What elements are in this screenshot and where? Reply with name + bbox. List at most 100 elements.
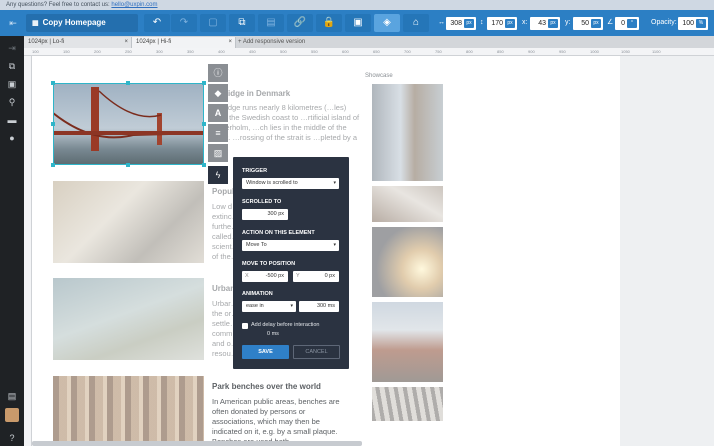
height-icon: ↕: [480, 19, 484, 26]
ruler-tick-label: 850: [497, 49, 504, 54]
showcase-photo-bridge-cables[interactable]: [372, 186, 443, 222]
trigger-select[interactable]: Window is scrolled to ▾: [242, 178, 339, 189]
element-properties-strip: ⓘ ◆ A ≡ ▨ ϟ: [208, 64, 228, 184]
cancel-button[interactable]: CANCEL: [293, 345, 340, 359]
showcase-heading: Showcase: [365, 73, 393, 79]
resize-handle[interactable]: [126, 163, 130, 167]
avatar[interactable]: [5, 408, 19, 422]
vertical-ruler: [24, 56, 32, 446]
resize-handle[interactable]: [51, 122, 55, 126]
top-toolbar: ⇤ ▦ Copy Homepage ↶ ↷ ▢ ⧉ ▤ 🔗 🔒 ▣ ◈ ⌂ ↔ 3…: [0, 10, 714, 36]
showcase-photo-station[interactable]: [372, 227, 443, 297]
ruler-tick-label: 600: [342, 49, 349, 54]
duration-input[interactable]: 300 ms: [299, 301, 339, 312]
duplicate-button[interactable]: ⧉: [229, 14, 255, 32]
search-icon[interactable]: ⚲: [0, 94, 24, 110]
resize-handle[interactable]: [126, 81, 130, 85]
left-sidebar: ⇥ ⧉ ▣ ⚲ ▬ ● ▤ ?: [0, 36, 24, 446]
border-icon[interactable]: ≡: [208, 124, 228, 142]
showcase-photo-arches[interactable]: [372, 387, 443, 421]
delay-checkbox[interactable]: [242, 323, 248, 329]
align-button[interactable]: ▤: [258, 14, 284, 32]
x-field[interactable]: 43 px: [530, 17, 560, 30]
project-title-button[interactable]: ▦ Copy Homepage: [26, 14, 138, 32]
copy-style-button[interactable]: ▢: [200, 14, 226, 32]
opacity-field[interactable]: 100%: [678, 17, 708, 30]
text-icon[interactable]: A: [208, 104, 228, 122]
exit-editor-icon[interactable]: ⇥: [0, 40, 24, 56]
info-icon[interactable]: ⓘ: [208, 64, 228, 82]
notice-text: Any questions? Feel free to contact us:: [6, 2, 110, 8]
ruler-tick-label: 1000: [590, 49, 599, 54]
interaction-panel: TRIGGER Window is scrolled to ▾ SCROLLED …: [233, 157, 349, 369]
ruler-tick-label: 500: [280, 49, 287, 54]
exit-icon[interactable]: ⇤: [4, 14, 22, 32]
save-button[interactable]: SAVE: [242, 345, 289, 359]
selection-box[interactable]: [53, 83, 204, 165]
project-icon: ▦: [32, 20, 39, 27]
x-label: x:: [522, 19, 528, 26]
image-button[interactable]: ▣: [345, 14, 371, 32]
showcase-photo-street[interactable]: [372, 84, 443, 181]
move-to-label: MOVE TO POSITION: [242, 261, 296, 267]
close-icon[interactable]: ×: [228, 37, 232, 48]
angle-field[interactable]: 0 °: [615, 17, 639, 30]
highway-interchange-photo[interactable]: [53, 278, 204, 360]
height-field[interactable]: 170 px: [487, 17, 517, 30]
horizontal-scrollbar[interactable]: [32, 441, 362, 446]
redo-button[interactable]: ↷: [171, 14, 197, 32]
fill-icon[interactable]: ◆: [208, 84, 228, 102]
forest-photo[interactable]: [53, 376, 204, 446]
interactions-button[interactable]: ⌂: [403, 14, 429, 32]
move-x-input[interactable]: X -500 px: [242, 271, 288, 282]
notice-bar: Any questions? Feel free to contact us: …: [0, 0, 714, 10]
ruler-tick-label: 150: [63, 49, 70, 54]
undo-button[interactable]: ↶: [144, 14, 170, 32]
close-icon[interactable]: ×: [124, 37, 128, 48]
resize-handle[interactable]: [202, 163, 206, 167]
action-select[interactable]: Move To ▾: [242, 240, 339, 251]
ruler-tick-label: 250: [125, 49, 132, 54]
move-y-input[interactable]: Y0 px: [293, 271, 339, 282]
contact-email-link[interactable]: hello@uxpin.com: [111, 2, 157, 8]
delay-value[interactable]: 0 ms: [267, 331, 279, 337]
showcase-photo-manhattan-bridge[interactable]: [372, 302, 443, 382]
ruler-tick-label: 300: [156, 49, 163, 54]
animation-label: ANIMATION: [242, 291, 273, 297]
add-responsive-version-link[interactable]: + Add responsive version: [238, 37, 305, 48]
width-field[interactable]: 308 px: [446, 17, 476, 30]
project-title: Copy Homepage: [42, 18, 106, 27]
layers-panel-icon[interactable]: ▤: [0, 388, 24, 404]
city-aerial-photo[interactable]: [53, 181, 204, 263]
ruler-tick-label: 550: [311, 49, 318, 54]
library-icon[interactable]: ▣: [0, 76, 24, 92]
tab-lofi[interactable]: 1024px | Lo-fi ×: [24, 37, 132, 48]
user-icon[interactable]: ●: [0, 130, 24, 146]
pages-icon[interactable]: ⧉: [0, 58, 24, 74]
link-button[interactable]: 🔗: [287, 14, 313, 32]
tab-hifi[interactable]: 1024px | Hi-fi ×: [132, 37, 236, 48]
tab-bar: 1024px | Lo-fi × 1024px | Hi-fi × + Add re…: [24, 36, 714, 48]
resize-handle[interactable]: [51, 163, 55, 167]
scrolled-to-label: SCROLLED TO: [242, 199, 282, 205]
delay-label: Add delay before interaction: [251, 322, 320, 328]
ruler-tick-label: 950: [559, 49, 566, 54]
lock-button[interactable]: 🔒: [316, 14, 342, 32]
ruler-tick-label: 700: [404, 49, 411, 54]
easing-select[interactable]: ease in ▾: [242, 301, 296, 312]
layers-button[interactable]: ◈: [374, 14, 400, 32]
interactions-icon[interactable]: ϟ: [208, 166, 228, 184]
resize-handle[interactable]: [51, 81, 55, 85]
scrolled-to-input[interactable]: 300 px: [242, 209, 288, 220]
y-label: y:: [565, 19, 571, 26]
ruler-tick-label: 350: [187, 49, 194, 54]
resize-handle[interactable]: [202, 122, 206, 126]
comments-icon[interactable]: ▬: [0, 112, 24, 128]
article-body: …bridge runs nearly 8 kilometres (…les) …: [212, 103, 360, 152]
shadow-icon[interactable]: ▨: [208, 144, 228, 162]
help-icon[interactable]: ?: [0, 430, 24, 446]
y-field[interactable]: 50 px: [573, 17, 603, 30]
angle-icon: ∠: [607, 19, 614, 26]
resize-handle[interactable]: [202, 81, 206, 85]
article-body: In American public areas, benches are of…: [212, 397, 340, 446]
